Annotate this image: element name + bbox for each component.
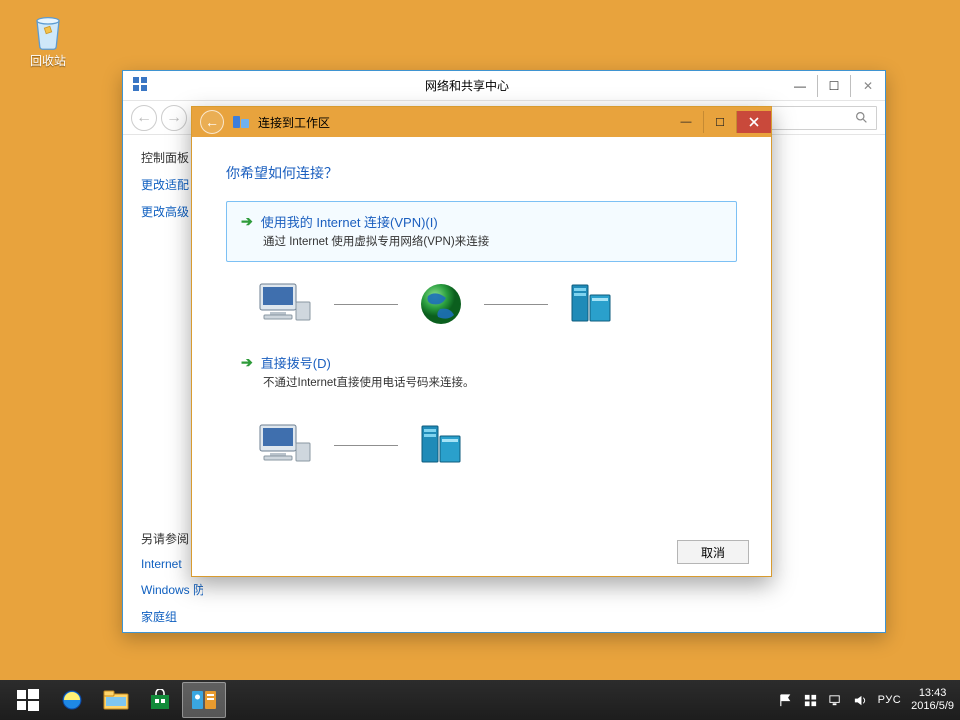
clock-date: 2016/5/9	[911, 700, 954, 713]
option-vpn-title: 使用我的 Internet 连接(VPN)(I)	[261, 212, 438, 231]
option-vpn-desc: 通过 Internet 使用虚拟专用网络(VPN)来连接	[263, 233, 722, 249]
taskbar-control-panel[interactable]	[182, 682, 226, 718]
clock-time: 13:43	[911, 687, 954, 700]
option-dial[interactable]: ➔ 直接拨号(D) 不通过Internet直接使用电话号码来连接。	[226, 342, 737, 403]
recycle-bin-label: 回收站	[18, 52, 78, 69]
system-tray[interactable]: РУС 13:43 2016/5/9	[778, 687, 954, 712]
desktop-recycle-bin[interactable]: 回收站	[18, 8, 78, 69]
wizard-minimize-button[interactable]: —	[669, 111, 703, 133]
taskbar-clock[interactable]: 13:43 2016/5/9	[911, 687, 954, 712]
wizard-close-button[interactable]	[737, 111, 771, 133]
taskbar-explorer[interactable]	[94, 682, 138, 718]
wizard-heading: 你希望如何连接？	[226, 163, 737, 183]
arrow-right-icon: ➔	[241, 354, 253, 371]
computer-icon	[256, 280, 314, 328]
sidebar-windows[interactable]: Windows 防火墙	[141, 581, 203, 598]
wizard-back-button[interactable]: ←	[200, 110, 224, 134]
option-dial-title: 直接拨号(D)	[261, 353, 331, 372]
computer-icon	[256, 421, 314, 469]
option-vpn[interactable]: ➔ 使用我的 Internet 连接(VPN)(I) 通过 Internet 使…	[226, 201, 737, 262]
flag-icon[interactable]	[778, 693, 793, 708]
globe-icon	[418, 281, 464, 327]
connect-to-workplace-wizard: ← 连接到工作区 — ☐ 你希望如何连接？ ➔ 使用我的 Internet 连接…	[191, 106, 772, 577]
wizard-title: 连接到工作区	[258, 114, 669, 131]
option-dial-desc: 不通过Internet直接使用电话号码来连接。	[263, 374, 722, 390]
recycle-bin-icon	[26, 8, 70, 52]
bg-close-button[interactable]: ✕	[851, 75, 885, 97]
nav-forward-button[interactable]: →	[161, 105, 187, 131]
volume-icon[interactable]	[853, 693, 868, 708]
taskbar-ie[interactable]	[50, 682, 94, 718]
dial-illustration	[226, 411, 737, 483]
wizard-titlebar[interactable]: ← 连接到工作区 — ☐	[192, 107, 771, 137]
bg-maximize-button[interactable]: ☐	[817, 75, 851, 97]
wizard-footer: 取消	[192, 528, 771, 576]
server-icon	[418, 422, 468, 468]
wizard-maximize-button[interactable]: ☐	[703, 111, 737, 133]
taskbar-store[interactable]	[138, 682, 182, 718]
bg-window-titlebar[interactable]: 网络和共享中心 — ☐ ✕	[123, 71, 885, 101]
sidebar-homegroup[interactable]: 家庭组	[141, 608, 203, 625]
tray-app-icon[interactable]	[803, 693, 818, 708]
cancel-button[interactable]: 取消	[677, 540, 749, 564]
language-indicator[interactable]: РУС	[878, 694, 902, 706]
start-button[interactable]	[6, 682, 50, 718]
bg-window-title: 网络和共享中心	[151, 77, 783, 94]
control-panel-icon	[133, 77, 151, 95]
taskbar[interactable]: РУС 13:43 2016/5/9	[0, 680, 960, 720]
network-tray-icon[interactable]	[828, 693, 843, 708]
arrow-right-icon: ➔	[241, 213, 253, 230]
server-icon	[568, 281, 618, 327]
search-icon	[855, 111, 868, 124]
wizard-title-icon	[232, 113, 250, 131]
vpn-illustration	[226, 270, 737, 342]
nav-back-button[interactable]: ←	[131, 105, 157, 131]
bg-minimize-button[interactable]: —	[783, 75, 817, 97]
